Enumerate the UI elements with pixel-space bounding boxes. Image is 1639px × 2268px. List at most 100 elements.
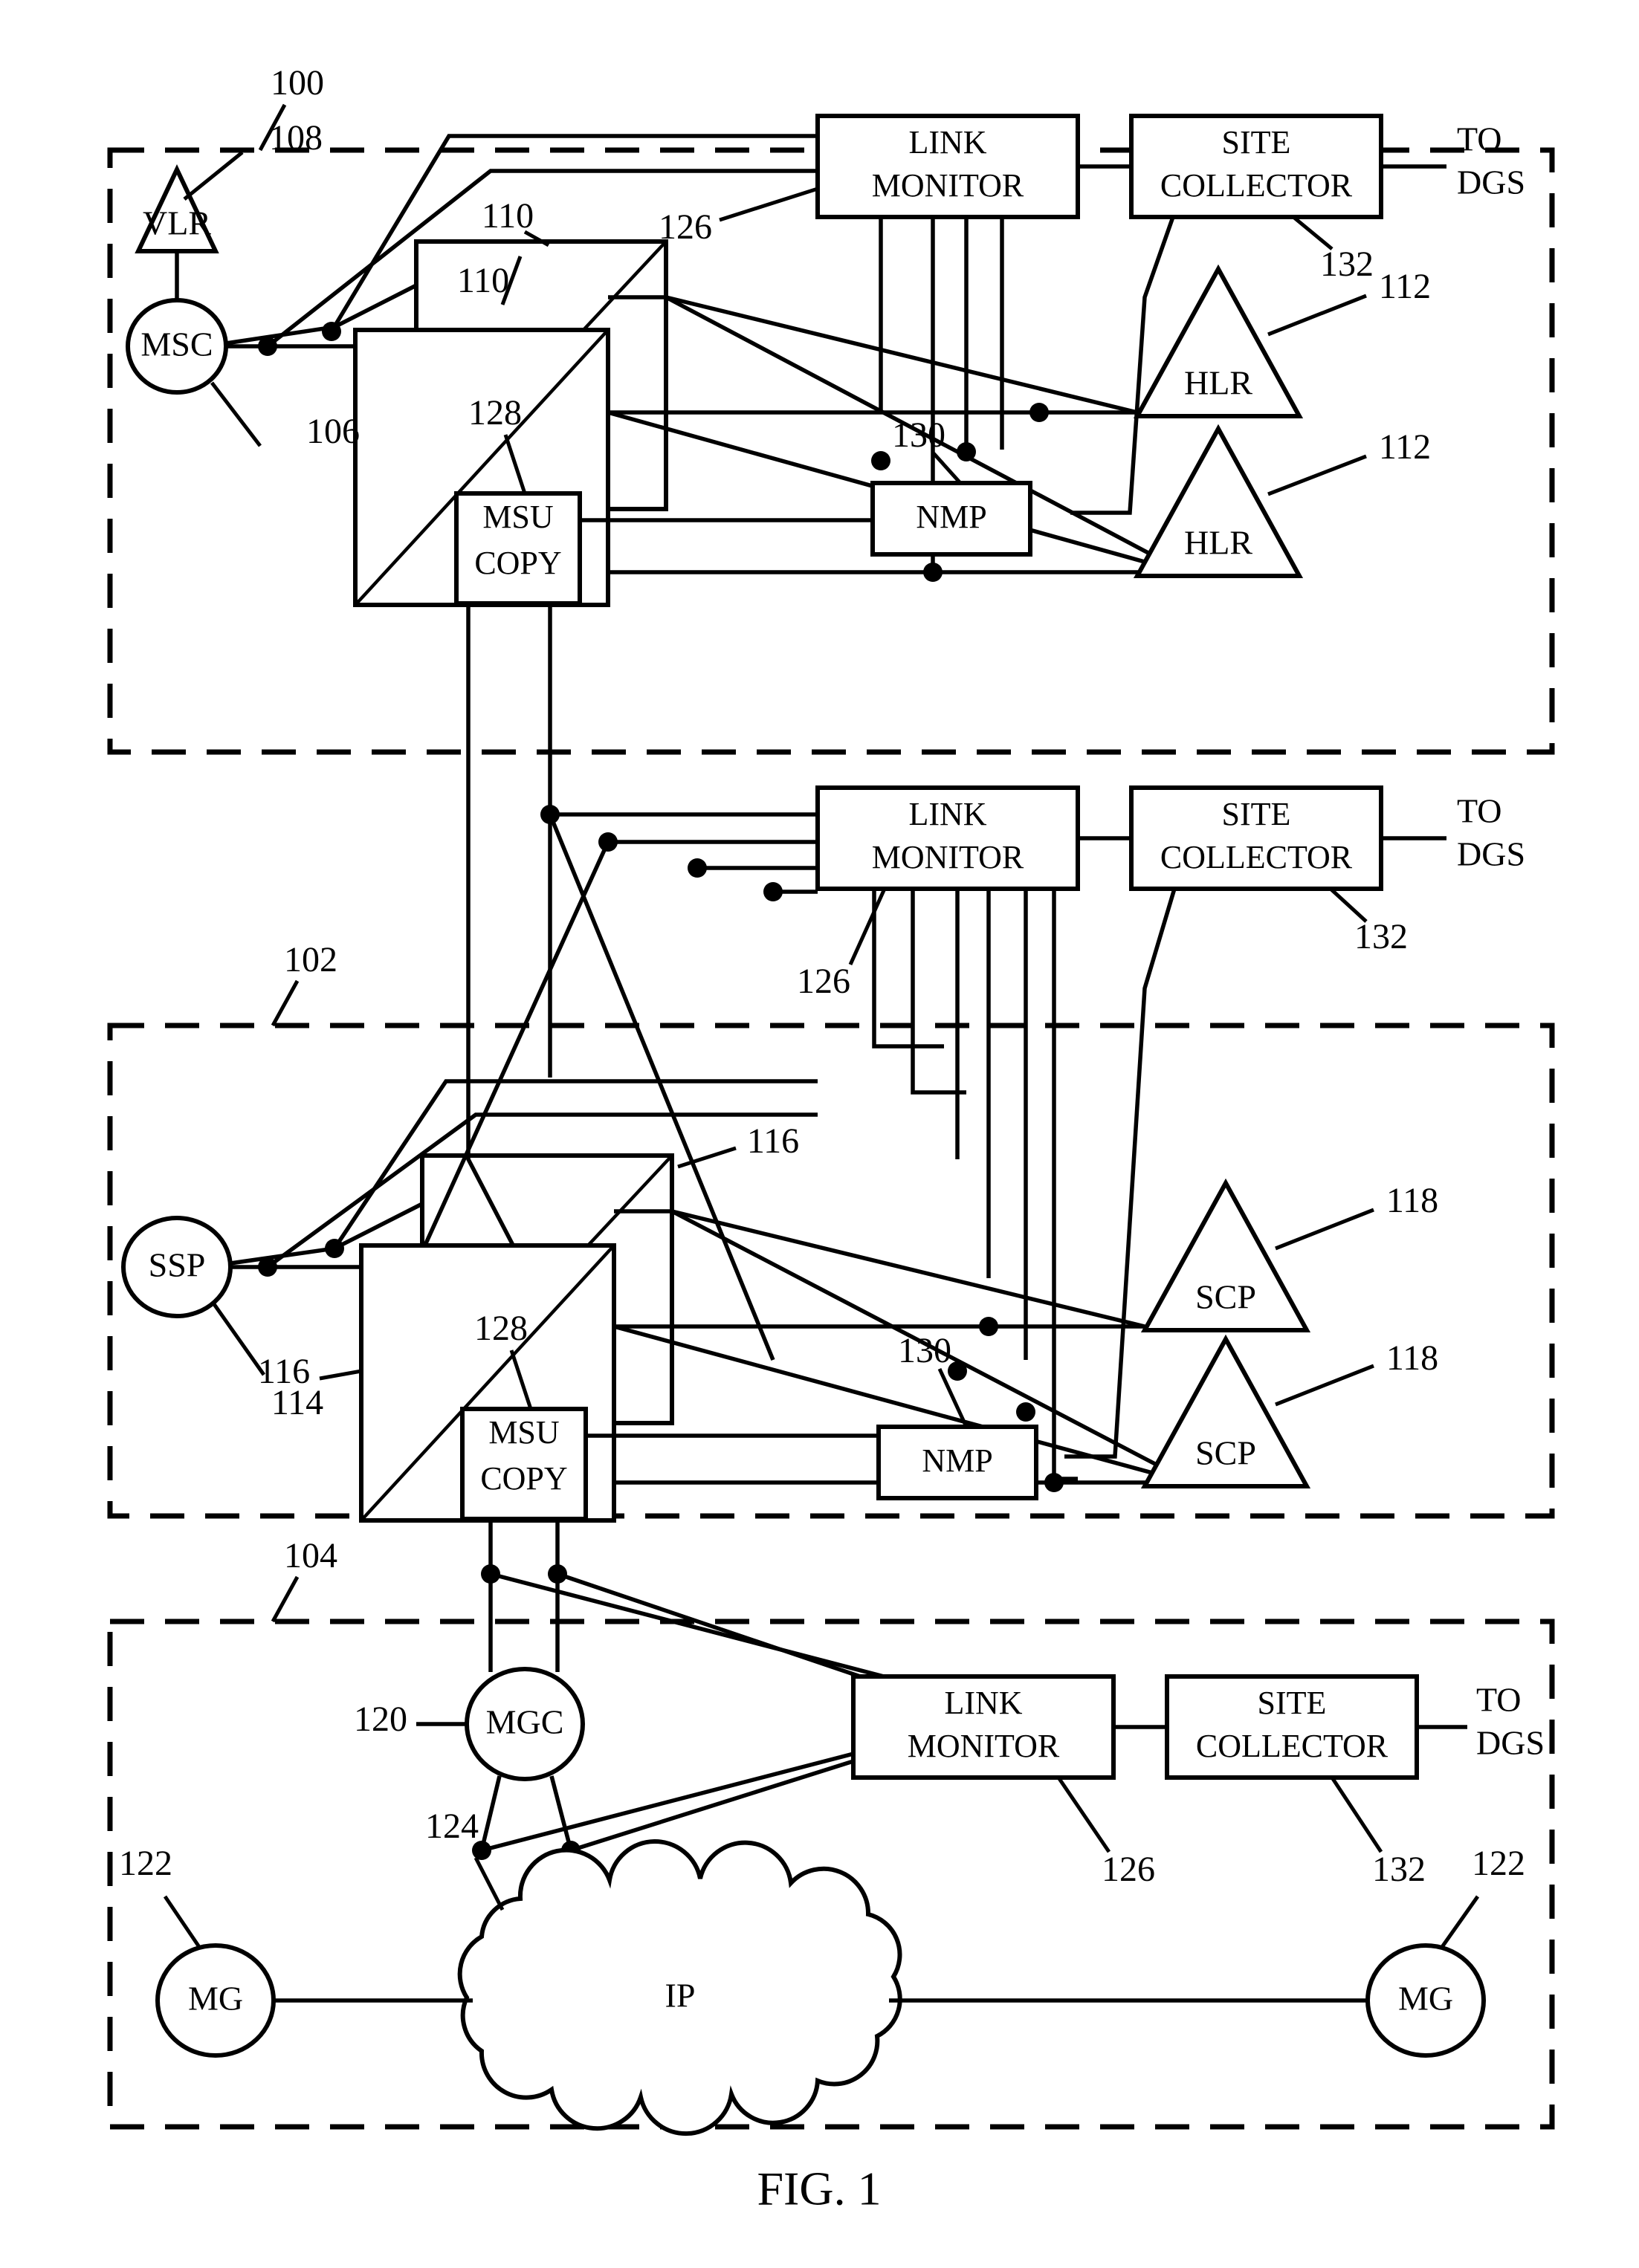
to-dgs-line1-bottom: TO xyxy=(1476,1681,1522,1719)
junction-dot xyxy=(1016,1402,1035,1422)
ref-106: 106 xyxy=(306,412,360,451)
wire-tap-lm-bot-1 xyxy=(490,1572,902,1683)
nmp-label-top: NMP xyxy=(916,499,986,535)
ref-108: 108 xyxy=(269,118,323,158)
ref-126-mid: 126 xyxy=(797,962,850,1001)
wire-cloud-lm-2 xyxy=(570,1759,854,1853)
figure-canvas: VLR MSC 110 110 MSU COPY 128 LINK MONITO… xyxy=(107,63,1555,2215)
wire-stpa-hlr-1 xyxy=(665,295,1138,415)
scp-lower-label: SCP xyxy=(1195,1434,1256,1472)
junction-dot xyxy=(1029,403,1049,422)
wire-mgc-cloud-2 xyxy=(549,1775,573,1851)
junction-dot xyxy=(871,451,890,470)
ref-112-upper: 112 xyxy=(1379,267,1431,306)
mid-lm-tap-1 xyxy=(872,889,944,1049)
to-dgs-line2-mid: DGS xyxy=(1457,835,1525,873)
ssp-label: SSP xyxy=(149,1246,206,1284)
ref-102: 102 xyxy=(284,940,337,979)
junction-dot xyxy=(957,442,976,461)
wire-mgc-cloud-1 xyxy=(479,1775,502,1851)
leader-104 xyxy=(271,1575,300,1623)
ref-120: 120 xyxy=(354,1700,407,1739)
leader-112-upper xyxy=(1267,294,1367,337)
ref-126-top: 126 xyxy=(659,207,712,247)
site-collector-bot-line2: COLLECTOR xyxy=(1196,1728,1389,1764)
mg-left-label: MG xyxy=(188,1980,243,2018)
to-dgs-line2-bottom: DGS xyxy=(1476,1724,1545,1762)
link-monitor-line2: MONITOR xyxy=(872,167,1024,204)
figure-caption: FIG. 1 xyxy=(757,2162,881,2215)
junction-dot xyxy=(688,858,707,878)
ip-cloud-label: IP xyxy=(665,1977,696,2015)
nmp-label-mid: NMP xyxy=(922,1442,992,1479)
msc-label: MSC xyxy=(140,325,213,363)
leader-102 xyxy=(271,979,300,1027)
site-collector-line1: SITE xyxy=(1222,124,1291,161)
ref-122-left: 122 xyxy=(119,1844,172,1883)
mid-lm-tap-6 xyxy=(1052,889,1078,1481)
leader-118-upper xyxy=(1275,1208,1374,1251)
ref-130-top: 130 xyxy=(892,415,945,455)
leader-130-top xyxy=(932,452,962,485)
junction-dot xyxy=(258,1257,277,1277)
link-monitor-line1: LINK xyxy=(908,124,986,161)
ref-118-upper: 118 xyxy=(1386,1181,1438,1220)
ref-118-lower: 118 xyxy=(1386,1338,1438,1378)
leader-112-lower xyxy=(1267,454,1367,496)
ref-128-mid: 128 xyxy=(474,1309,528,1348)
site-collector-mid-line2: COLLECTOR xyxy=(1160,839,1353,875)
link-monitor-bot-line1: LINK xyxy=(944,1685,1022,1721)
leader-132-bottom xyxy=(1330,1776,1383,1853)
ss7-network-boundary xyxy=(107,1023,1555,1519)
junction-dot xyxy=(979,1317,998,1336)
leader-132-mid xyxy=(1329,887,1368,923)
leader-126-bottom xyxy=(1056,1776,1111,1853)
link-monitor-mid-line2: MONITOR xyxy=(872,839,1024,875)
link-monitor-mid-line1: LINK xyxy=(908,796,986,832)
wire-sc-nmp-mid xyxy=(1064,888,1177,1459)
leader-126-top xyxy=(719,187,818,222)
junction-dot xyxy=(923,563,943,582)
leader-114 xyxy=(212,1303,266,1376)
ref-126-bottom: 126 xyxy=(1102,1850,1155,1889)
ref-110-inner: 110 xyxy=(457,261,509,300)
junction-dot xyxy=(325,1239,344,1258)
junction-dot xyxy=(1044,1473,1064,1492)
ref-104: 104 xyxy=(284,1536,337,1575)
msu-copy-line2: COPY xyxy=(474,545,561,581)
wire-sc-nmp-top xyxy=(1070,216,1175,515)
site-collector-mid-line1: SITE xyxy=(1222,796,1291,832)
leader-106 xyxy=(210,381,262,447)
mg-right-label: MG xyxy=(1398,1980,1453,2018)
msu-copy-mid-line1: MSU xyxy=(488,1414,559,1451)
hlr-lower-label: HLR xyxy=(1184,524,1252,562)
leader-108 xyxy=(183,151,244,201)
ref-122-right: 122 xyxy=(1472,1844,1525,1883)
leader-132-top xyxy=(1292,216,1333,250)
wire-stpa-scp-1 xyxy=(671,1209,1145,1329)
site-collector-line2: COLLECTOR xyxy=(1160,167,1353,204)
to-dgs-line1-mid: TO xyxy=(1457,792,1502,830)
ref-100: 100 xyxy=(271,63,324,103)
patent-figure-page: VLR MSC 110 110 MSU COPY 128 LINK MONITO… xyxy=(0,0,1639,2268)
to-dgs-line1-top: TO xyxy=(1457,120,1502,158)
mgc-label: MGC xyxy=(486,1703,564,1741)
ref-116-left: 116 xyxy=(258,1352,310,1391)
junction-dot xyxy=(763,882,783,901)
ref-128-top: 128 xyxy=(468,393,522,432)
ref-116-top: 116 xyxy=(747,1121,799,1161)
leader-122-right xyxy=(1440,1895,1480,1948)
ref-132-bottom: 132 xyxy=(1372,1850,1426,1889)
ref-132-top: 132 xyxy=(1320,244,1374,284)
ref-130-mid: 130 xyxy=(898,1331,951,1370)
link-monitor-bot-line2: MONITOR xyxy=(908,1728,1060,1764)
leader-124 xyxy=(473,1856,505,1911)
scp-upper-label: SCP xyxy=(1195,1278,1256,1316)
leader-118-lower xyxy=(1275,1364,1374,1407)
junction-dot xyxy=(258,337,277,356)
leader-122-left xyxy=(163,1895,201,1948)
leader-126-mid xyxy=(848,887,887,966)
junction-dot xyxy=(322,322,341,341)
hlr-upper-label: HLR xyxy=(1184,364,1252,402)
msu-copy-line1: MSU xyxy=(482,499,553,535)
